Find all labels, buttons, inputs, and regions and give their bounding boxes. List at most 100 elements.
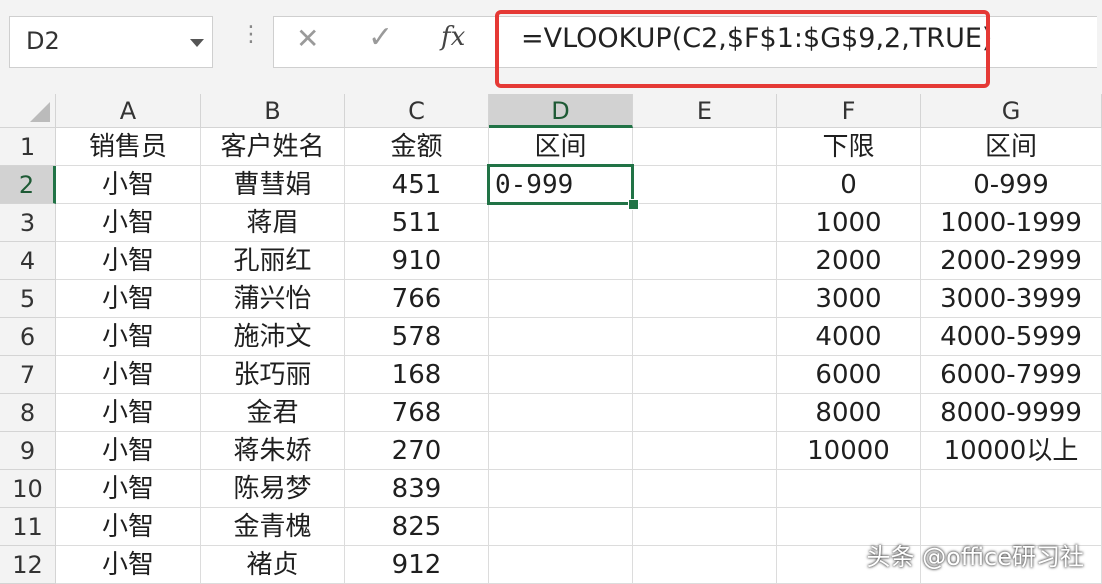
cell-d7[interactable] [489, 356, 633, 394]
cell-e1[interactable] [633, 128, 777, 166]
cell-d9[interactable] [489, 432, 633, 470]
check-icon[interactable]: ✓ [368, 20, 393, 55]
cell-b2[interactable]: 曹彗娟 [201, 166, 345, 204]
cell-d1[interactable]: 区间 [489, 128, 633, 166]
column-header-g[interactable]: G [921, 94, 1102, 128]
cell-a2[interactable]: 小智 [56, 166, 201, 204]
cell-d8[interactable] [489, 394, 633, 432]
cell-g6[interactable]: 4000-5999 [921, 318, 1102, 356]
cell-f5[interactable]: 3000 [777, 280, 921, 318]
cell-b12[interactable]: 褚贞 [201, 546, 345, 584]
cell-b4[interactable]: 孔丽红 [201, 242, 345, 280]
cell-b1[interactable]: 客户姓名 [201, 128, 345, 166]
cell-d11[interactable] [489, 508, 633, 546]
cell-e11[interactable] [633, 508, 777, 546]
cell-c3[interactable]: 511 [345, 204, 489, 242]
cell-b3[interactable]: 蒋眉 [201, 204, 345, 242]
column-header-f[interactable]: F [777, 94, 921, 128]
cell-c12[interactable]: 912 [345, 546, 489, 584]
cell-e7[interactable] [633, 356, 777, 394]
more-options-icon[interactable]: ⋮ [240, 24, 262, 46]
cell-e8[interactable] [633, 394, 777, 432]
cell-c7[interactable]: 168 [345, 356, 489, 394]
row-header-5[interactable]: 5 [0, 280, 56, 318]
cell-e5[interactable] [633, 280, 777, 318]
cell-f10[interactable] [777, 470, 921, 508]
cell-f2[interactable]: 0 [777, 166, 921, 204]
column-header-a[interactable]: A [56, 94, 201, 128]
cell-a7[interactable]: 小智 [56, 356, 201, 394]
cell-c2[interactable]: 451 [345, 166, 489, 204]
cell-c1[interactable]: 金额 [345, 128, 489, 166]
cell-d6[interactable] [489, 318, 633, 356]
column-header-d[interactable]: D [489, 94, 633, 128]
column-header-c[interactable]: C [345, 94, 489, 128]
cell-f6[interactable]: 4000 [777, 318, 921, 356]
row-header-4[interactable]: 4 [0, 242, 56, 280]
cell-g10[interactable] [921, 470, 1102, 508]
cell-a10[interactable]: 小智 [56, 470, 201, 508]
row-header-2[interactable]: 2 [0, 166, 56, 204]
cell-c8[interactable]: 768 [345, 394, 489, 432]
cell-e12[interactable] [633, 546, 777, 584]
cell-a1[interactable]: 销售员 [56, 128, 201, 166]
formula-text[interactable]: =VLOOKUP(C2,$F$1:$G$9,2,TRUE) [521, 23, 992, 54]
cell-d3[interactable] [489, 204, 633, 242]
cell-g7[interactable]: 6000-7999 [921, 356, 1102, 394]
row-header-3[interactable]: 3 [0, 204, 56, 242]
cell-g3[interactable]: 1000-1999 [921, 204, 1102, 242]
cell-b9[interactable]: 蒋朱娇 [201, 432, 345, 470]
select-all-button[interactable] [0, 94, 56, 128]
cell-b11[interactable]: 金青槐 [201, 508, 345, 546]
cell-c6[interactable]: 578 [345, 318, 489, 356]
cell-e4[interactable] [633, 242, 777, 280]
cell-f1[interactable]: 下限 [777, 128, 921, 166]
cell-c5[interactable]: 766 [345, 280, 489, 318]
cancel-icon[interactable]: ✕ [296, 22, 319, 55]
row-header-11[interactable]: 11 [0, 508, 56, 546]
cell-a11[interactable]: 小智 [56, 508, 201, 546]
cell-c4[interactable]: 910 [345, 242, 489, 280]
cell-g4[interactable]: 2000-2999 [921, 242, 1102, 280]
column-header-b[interactable]: B [201, 94, 345, 128]
cell-a9[interactable]: 小智 [56, 432, 201, 470]
name-box[interactable]: D2 [9, 16, 213, 68]
cell-c9[interactable]: 270 [345, 432, 489, 470]
cell-e9[interactable] [633, 432, 777, 470]
cell-b7[interactable]: 张巧丽 [201, 356, 345, 394]
cell-e2[interactable] [633, 166, 777, 204]
column-header-e[interactable]: E [633, 94, 777, 128]
cell-g9[interactable]: 10000以上 [921, 432, 1102, 470]
cell-f3[interactable]: 1000 [777, 204, 921, 242]
cell-a5[interactable]: 小智 [56, 280, 201, 318]
cell-f4[interactable]: 2000 [777, 242, 921, 280]
fill-handle[interactable] [628, 199, 639, 210]
cell-a4[interactable]: 小智 [56, 242, 201, 280]
cell-g2[interactable]: 0-999 [921, 166, 1102, 204]
cell-e3[interactable] [633, 204, 777, 242]
cell-e6[interactable] [633, 318, 777, 356]
cell-c10[interactable]: 839 [345, 470, 489, 508]
row-header-10[interactable]: 10 [0, 470, 56, 508]
chevron-down-icon[interactable] [190, 39, 204, 47]
cell-f7[interactable]: 6000 [777, 356, 921, 394]
cell-a6[interactable]: 小智 [56, 318, 201, 356]
cell-b5[interactable]: 蒲兴怡 [201, 280, 345, 318]
cell-f9[interactable]: 10000 [777, 432, 921, 470]
cell-g8[interactable]: 8000-9999 [921, 394, 1102, 432]
cell-d4[interactable] [489, 242, 633, 280]
cell-d5[interactable] [489, 280, 633, 318]
cell-d2[interactable]: 0-999 [489, 166, 633, 204]
row-header-9[interactable]: 9 [0, 432, 56, 470]
cell-g1[interactable]: 区间 [921, 128, 1102, 166]
cell-g5[interactable]: 3000-3999 [921, 280, 1102, 318]
cell-e10[interactable] [633, 470, 777, 508]
cell-b10[interactable]: 陈易梦 [201, 470, 345, 508]
cell-a12[interactable]: 小智 [56, 546, 201, 584]
cell-a8[interactable]: 小智 [56, 394, 201, 432]
insert-function-button[interactable]: fx [441, 22, 465, 52]
cell-f8[interactable]: 8000 [777, 394, 921, 432]
cell-b6[interactable]: 施沛文 [201, 318, 345, 356]
row-header-7[interactable]: 7 [0, 356, 56, 394]
cell-d10[interactable] [489, 470, 633, 508]
